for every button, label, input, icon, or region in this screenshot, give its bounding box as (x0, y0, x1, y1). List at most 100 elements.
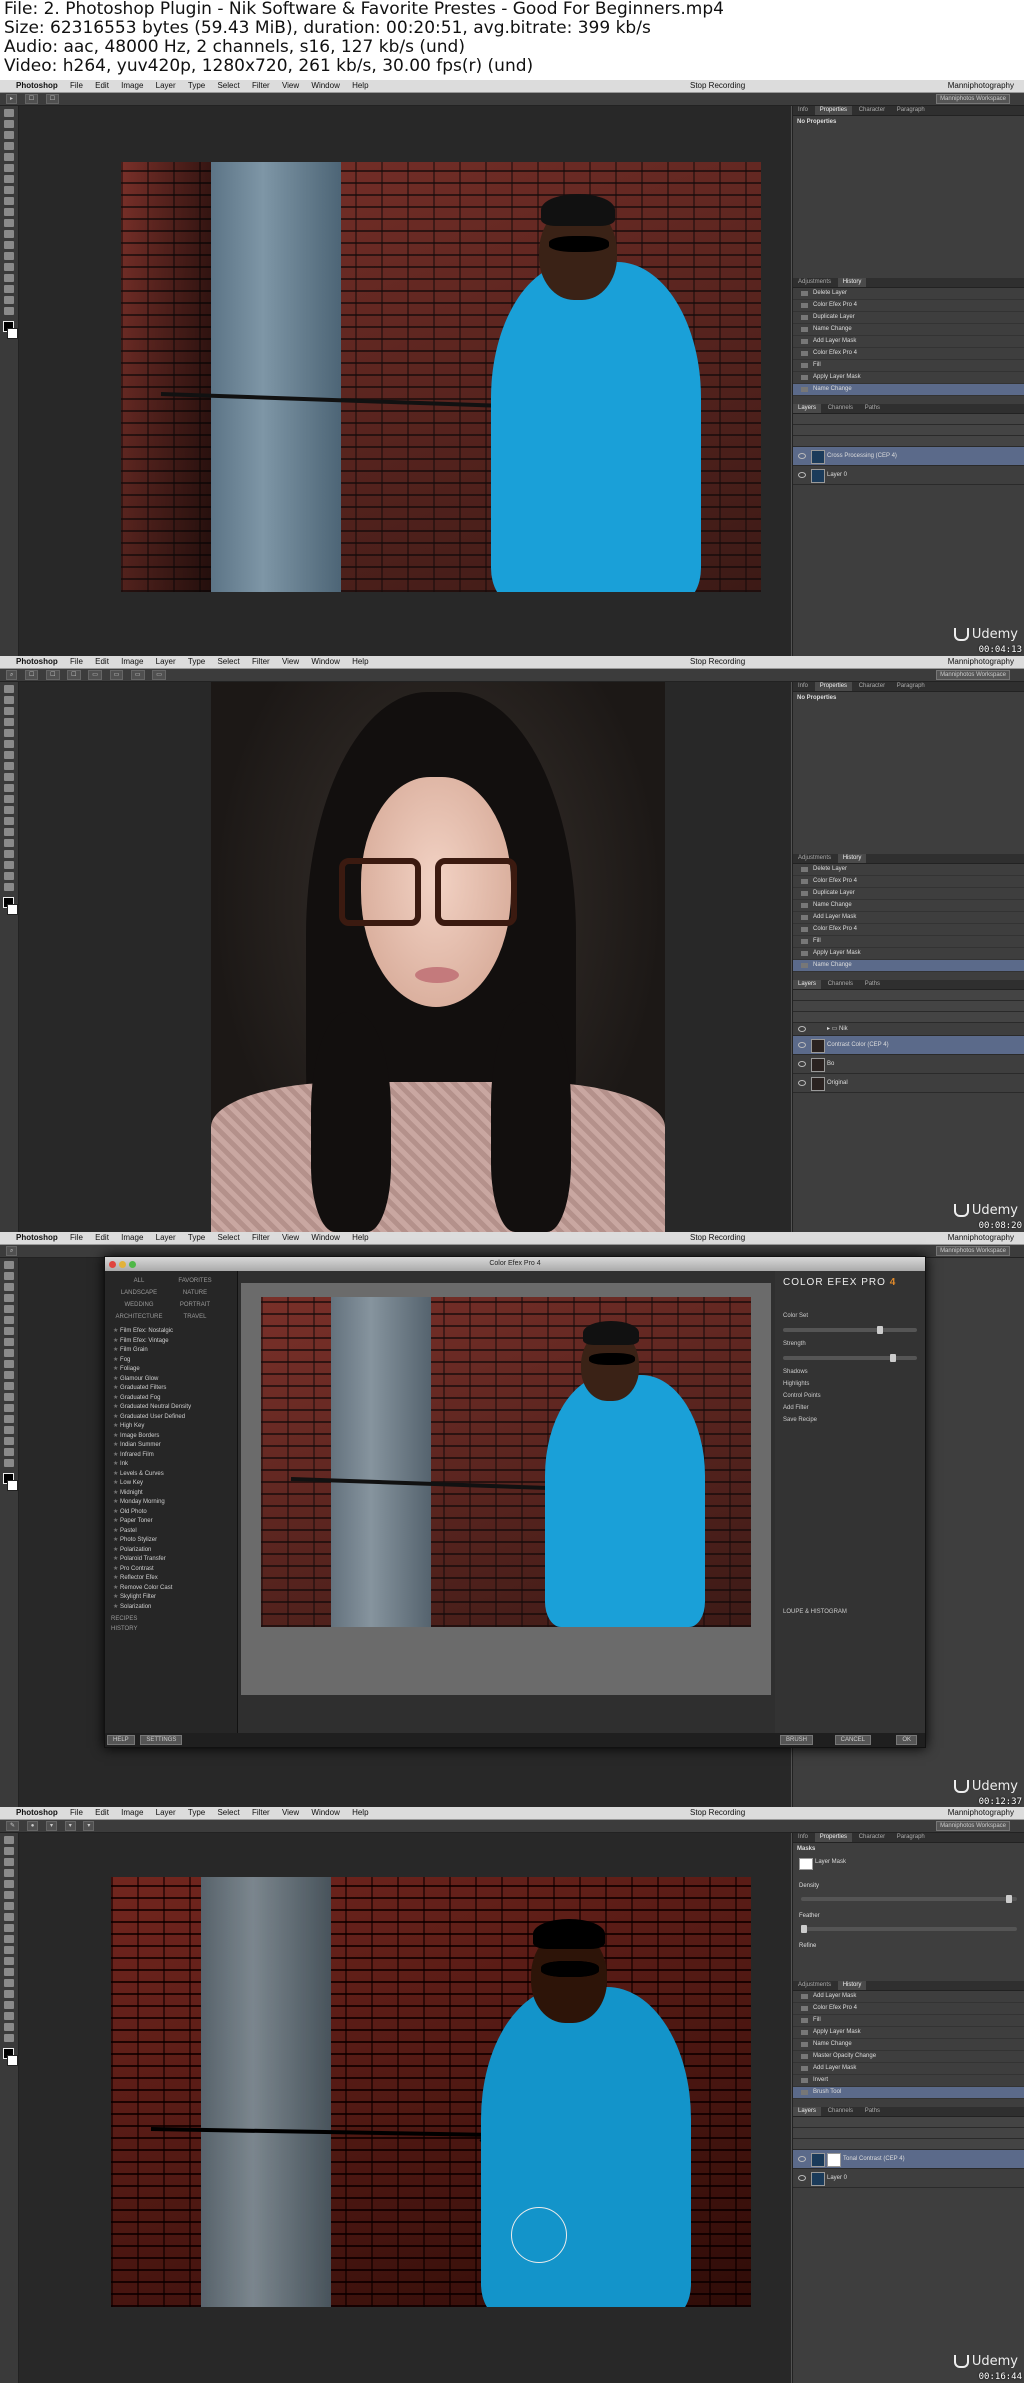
path-select-icon[interactable] (4, 850, 14, 858)
tab-paragraph[interactable]: Paragraph (892, 682, 930, 691)
healing-tool-icon[interactable] (4, 175, 14, 183)
tab-info[interactable]: Info (793, 1833, 813, 1842)
history-item[interactable]: Duplicate Layer (793, 888, 1024, 900)
eye-icon[interactable] (798, 453, 806, 459)
filter-item[interactable]: Low Key (105, 1479, 237, 1489)
quick-select-tool-icon[interactable] (4, 142, 14, 150)
quick-select-tool-icon[interactable] (4, 1869, 14, 1877)
shape-tool-icon[interactable] (4, 285, 14, 293)
menu-image[interactable]: Image (121, 80, 143, 92)
layer-mask-row[interactable]: Layer Mask (793, 1855, 1024, 1870)
history-item[interactable]: Color Efex Pro 4 (793, 2003, 1024, 2015)
menu-view[interactable]: View (282, 656, 299, 668)
workspace-select[interactable]: Manniphotos Workspace (936, 670, 1010, 680)
history-item[interactable]: Add Layer Mask (793, 1991, 1024, 2003)
layer-row[interactable]: Original (793, 1074, 1024, 1093)
save-recipe-button[interactable]: Save Recipe (775, 1414, 925, 1426)
move-tool-option[interactable]: ▸ (6, 94, 18, 104)
tab-layers[interactable]: Layers (793, 980, 822, 989)
tab-character[interactable]: Character (854, 106, 890, 115)
preview-area[interactable] (241, 1283, 771, 1695)
menu-window[interactable]: Window (311, 1232, 339, 1244)
history-item[interactable]: Apply Layer Mask (793, 2027, 1024, 2039)
background-color-swatch[interactable] (7, 2055, 18, 2066)
layer-group-row[interactable]: ▸ ▭ Nik (793, 1023, 1024, 1036)
history-item[interactable]: Color Efex Pro 4 (793, 300, 1024, 312)
cat-favorites[interactable]: FAVORITES (167, 1275, 223, 1287)
history-item[interactable]: Delete Layer (793, 288, 1024, 300)
hand-tool-icon[interactable] (4, 296, 14, 304)
history-item[interactable]: Color Efex Pro 4 (793, 924, 1024, 936)
history-item[interactable]: Add Layer Mask (793, 912, 1024, 924)
move-tool-icon[interactable] (4, 1836, 14, 1844)
filter-item[interactable]: Pastel (105, 1527, 237, 1537)
menu-select[interactable]: Select (217, 1807, 239, 1819)
type-tool-icon[interactable] (4, 1415, 14, 1423)
menu-select[interactable]: Select (217, 1232, 239, 1244)
filter-item[interactable]: Photo Stylizer (105, 1536, 237, 1546)
zoom-dot-icon[interactable] (129, 1261, 136, 1268)
marquee-tool-icon[interactable] (4, 696, 14, 704)
tab-history[interactable]: History (837, 1981, 867, 1990)
cat-all[interactable]: ALL (111, 1275, 167, 1287)
eye-icon[interactable] (798, 2175, 806, 2181)
tab-info[interactable]: Info (793, 106, 813, 115)
move-tool-icon[interactable] (4, 685, 14, 693)
crop-tool-icon[interactable] (4, 1880, 14, 1888)
tab-channels[interactable]: Channels (823, 2107, 858, 2116)
filter-item[interactable]: Graduated Fog (105, 1394, 237, 1404)
density-slider[interactable] (801, 1895, 1017, 1903)
gradient-tool-icon[interactable] (4, 806, 14, 814)
eyedropper-tool-icon[interactable] (4, 1891, 14, 1899)
print-size-button[interactable]: ▭ (152, 670, 166, 680)
workspace-select[interactable]: Manniphotos Workspace (936, 1246, 1010, 1256)
menu-window[interactable]: Window (311, 656, 339, 668)
filter-item[interactable]: Film Efex: Vintage (105, 1337, 237, 1347)
menu-view[interactable]: View (282, 1232, 299, 1244)
cat-nature[interactable]: NATURE (167, 1287, 223, 1299)
close-dot-icon[interactable] (109, 1261, 116, 1268)
history-item[interactable]: Apply Layer Mask (793, 372, 1024, 384)
tab-layers[interactable]: Layers (793, 404, 822, 413)
history-item-selected[interactable]: Name Change (793, 960, 1024, 972)
app-menu[interactable]: Photoshop (16, 656, 58, 668)
stamp-tool-icon[interactable] (4, 197, 14, 205)
document-canvas[interactable] (19, 1833, 791, 2383)
menu-filter[interactable]: Filter (252, 1807, 270, 1819)
move-tool-icon[interactable] (4, 1261, 14, 1269)
type-tool-icon[interactable] (4, 263, 14, 271)
type-tool-icon[interactable] (4, 1990, 14, 1998)
gradient-tool-icon[interactable] (4, 1957, 14, 1965)
add-filter-button[interactable]: Add Filter (775, 1402, 925, 1414)
zoom-tool-option[interactable]: ⌕ (6, 670, 18, 680)
history-item[interactable]: Name Change (793, 900, 1024, 912)
history-item-selected[interactable]: Brush Tool (793, 2087, 1024, 2099)
recipes-section[interactable]: RECIPES (105, 1612, 237, 1626)
history-item[interactable]: Master Opacity Change (793, 2051, 1024, 2063)
healing-tool-icon[interactable] (4, 1902, 14, 1910)
filter-item[interactable]: Ink (105, 1460, 237, 1470)
crop-tool-icon[interactable] (4, 1305, 14, 1313)
history-item[interactable]: Fill (793, 360, 1024, 372)
zoom-tool-icon[interactable] (4, 307, 14, 315)
menu-help[interactable]: Help (352, 80, 368, 92)
tab-info[interactable]: Info (793, 682, 813, 691)
menu-select[interactable]: Select (217, 656, 239, 668)
menu-filter[interactable]: Filter (252, 80, 270, 92)
lock-fill-row[interactable] (793, 1012, 1024, 1023)
blend-opacity-row[interactable] (793, 1001, 1024, 1012)
strength-slider[interactable] (783, 1354, 917, 1362)
menu-window[interactable]: Window (311, 80, 339, 92)
history-section[interactable]: HISTORY (105, 1626, 237, 1632)
lasso-tool-icon[interactable] (4, 707, 14, 715)
ok-button[interactable]: OK (896, 1735, 917, 1745)
menu-edit[interactable]: Edit (95, 1232, 109, 1244)
filter-item[interactable]: Polarization (105, 1546, 237, 1556)
filter-item[interactable]: Reflector Efex (105, 1574, 237, 1584)
filter-item[interactable]: Foliage (105, 1365, 237, 1375)
layer-filter-row[interactable] (793, 2117, 1024, 2128)
history-item[interactable]: Name Change (793, 2039, 1024, 2051)
tab-paragraph[interactable]: Paragraph (892, 106, 930, 115)
eraser-tool-icon[interactable] (4, 795, 14, 803)
cat-landscape[interactable]: LANDSCAPE (111, 1287, 167, 1299)
